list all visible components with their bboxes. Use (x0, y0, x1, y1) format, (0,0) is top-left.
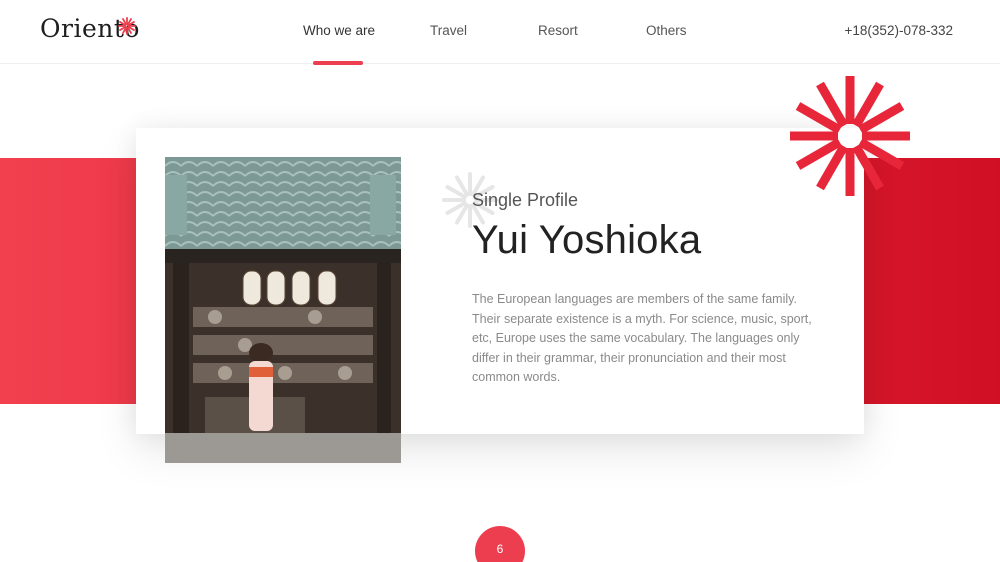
page-number-badge: 6 (475, 526, 525, 562)
site-header: Oriento Who we are Travel Resort Others … (0, 0, 1000, 64)
active-nav-indicator (313, 61, 363, 65)
profile-photo (165, 157, 401, 463)
sunburst-icon (790, 76, 910, 196)
nav-item-who-we-are[interactable]: Who we are (303, 23, 375, 38)
nav-item-resort[interactable]: Resort (538, 23, 578, 38)
nav-item-others[interactable]: Others (646, 23, 687, 38)
profile-subtitle: Single Profile (472, 190, 579, 210)
profile-description: The European languages are members of th… (472, 292, 812, 385)
profile-name: Yui Yoshioka (472, 218, 702, 262)
phone-number[interactable]: +18(352)-078-332 (845, 23, 953, 38)
temple-kimono-image (165, 157, 401, 463)
nav-item-travel[interactable]: Travel (430, 23, 467, 38)
sunburst-icon (118, 17, 136, 35)
